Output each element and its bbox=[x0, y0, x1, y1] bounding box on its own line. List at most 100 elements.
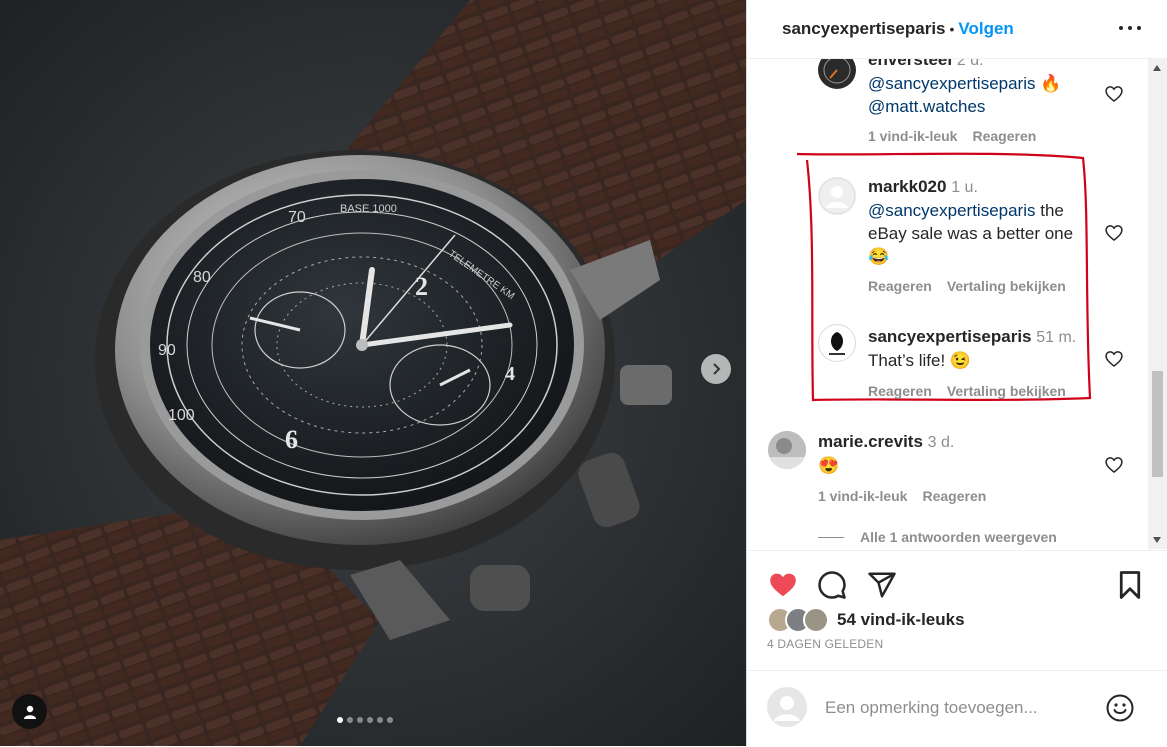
translate-button[interactable]: Vertaling bekijken bbox=[947, 278, 1066, 294]
comment-author[interactable]: marie.crevits bbox=[818, 432, 923, 451]
view-replies-label: Alle 1 antwoorden weergeven bbox=[860, 529, 1057, 545]
dial-numeral: 4 bbox=[505, 363, 515, 385]
heart-outline-icon[interactable] bbox=[1104, 84, 1124, 104]
liker-avatar bbox=[803, 607, 829, 633]
carousel-dot bbox=[377, 717, 383, 723]
comment-author[interactable]: sancyexpertiseparis bbox=[868, 327, 1032, 346]
comment-mention[interactable]: @sancyexpertiseparis bbox=[868, 74, 1036, 93]
comment-reply: markk020 1 u. @sancyexpertiseparis the e… bbox=[747, 169, 1147, 309]
comment-actions: 1 vind-ik-leuk Reageren bbox=[868, 128, 1036, 144]
watch-photo: BASE 1000 TELEMETRE KM 70 80 90 100 2 6 … bbox=[0, 0, 746, 746]
scroll-thumb[interactable] bbox=[1152, 371, 1163, 477]
avatar[interactable] bbox=[818, 177, 856, 215]
comment-body: marie.crevits 3 d. 😍 bbox=[818, 430, 1088, 477]
comment-body: enversteel 2 d. @sancyexpertiseparis 🔥 @… bbox=[868, 59, 1128, 118]
translate-button[interactable]: Vertaling bekijken bbox=[947, 383, 1066, 399]
dial-number: 90 bbox=[158, 342, 176, 359]
avatar[interactable] bbox=[818, 59, 856, 89]
comment-actions: 1 vind-ik-leuk Reageren bbox=[818, 488, 986, 504]
comment-mention[interactable]: @matt.watches bbox=[868, 97, 985, 116]
more-dot bbox=[1137, 26, 1141, 30]
avatar[interactable] bbox=[768, 431, 806, 469]
comment-emoji: 😂 bbox=[868, 247, 890, 266]
follow-button[interactable]: Volgen bbox=[958, 19, 1013, 39]
comment-time: 1 u. bbox=[951, 179, 978, 196]
dial-number: 70 bbox=[288, 209, 306, 226]
carousel-indicator bbox=[337, 717, 393, 723]
comment-time: 51 m. bbox=[1036, 329, 1077, 346]
likes-summary[interactable]: 54 vind-ik-leuks bbox=[767, 607, 965, 633]
bookmark-icon[interactable] bbox=[1117, 570, 1143, 600]
heart-outline-icon[interactable] bbox=[1104, 223, 1124, 243]
tagged-users-button[interactable] bbox=[12, 694, 47, 729]
post-date[interactable]: 4 DAGEN GELEDEN bbox=[767, 637, 883, 651]
post-header: sancyexpertiseparis • Volgen bbox=[747, 0, 1167, 59]
likes-count[interactable]: 54 vind-ik-leuks bbox=[837, 610, 965, 630]
reply-button[interactable]: Reageren bbox=[868, 383, 932, 399]
more-options-icon[interactable] bbox=[1119, 18, 1141, 38]
comment-time: 3 d. bbox=[927, 434, 955, 451]
sancy-logo-avatar bbox=[820, 326, 854, 360]
next-image-button[interactable] bbox=[701, 354, 731, 384]
comments-list[interactable]: enversteel 2 d. @sancyexpertiseparis 🔥 @… bbox=[747, 59, 1147, 549]
chevron-right-icon bbox=[713, 363, 721, 375]
share-icon[interactable] bbox=[867, 570, 897, 600]
carousel-dot bbox=[387, 717, 393, 723]
comment-emoji: 😍 bbox=[818, 456, 840, 475]
comment-text: That’s life! bbox=[868, 351, 950, 370]
comment-icon[interactable] bbox=[817, 570, 847, 600]
dial-number: 80 bbox=[193, 269, 211, 286]
post-author-username[interactable]: sancyexpertiseparis bbox=[782, 19, 946, 39]
comment-likes[interactable]: 1 vind-ik-leuk bbox=[868, 128, 957, 144]
emoji-icon[interactable] bbox=[1105, 693, 1135, 723]
more-dot bbox=[1119, 26, 1123, 30]
comment-author[interactable]: markk020 bbox=[868, 177, 946, 196]
post-photo: BASE 1000 TELEMETRE KM 70 80 90 100 2 6 … bbox=[0, 0, 746, 746]
post-sidebar: sancyexpertiseparis • Volgen enversteel … bbox=[746, 0, 1167, 746]
reply-button[interactable]: Reageren bbox=[922, 488, 986, 504]
dial-numeral: 6 bbox=[285, 425, 298, 454]
comment-likes[interactable]: 1 vind-ik-leuk bbox=[818, 488, 907, 504]
reply-button[interactable]: Reageren bbox=[972, 128, 1036, 144]
photo-avatar-image bbox=[768, 431, 806, 469]
current-user-avatar bbox=[767, 687, 807, 727]
comment-actions: Reageren Vertaling bekijken bbox=[868, 278, 1066, 294]
view-replies-button[interactable]: Alle 1 antwoorden weergeven bbox=[818, 529, 1057, 545]
gauge-avatar-image bbox=[819, 59, 855, 88]
default-avatar-icon bbox=[818, 177, 856, 215]
scroll-up-icon[interactable] bbox=[1153, 65, 1161, 71]
comment-emoji: 🔥 bbox=[1040, 74, 1062, 93]
comment-actions: Reageren Vertaling bekijken bbox=[868, 383, 1066, 399]
carousel-dot bbox=[347, 717, 353, 723]
comment-author[interactable]: enversteel bbox=[868, 59, 952, 69]
heart-outline-icon[interactable] bbox=[1104, 349, 1124, 369]
default-avatar-icon bbox=[767, 687, 807, 727]
comment-reply: sancyexpertiseparis 51 m. That’s life! 😉… bbox=[747, 321, 1147, 401]
comment: marie.crevits 3 d. 😍 1 vind-ik-leuk Reag… bbox=[747, 424, 1147, 514]
heart-outline-icon[interactable] bbox=[1104, 455, 1124, 475]
dial-text-base: BASE 1000 bbox=[340, 203, 397, 215]
comment-composer bbox=[747, 670, 1167, 747]
comment-reply: enversteel 2 d. @sancyexpertiseparis 🔥 @… bbox=[747, 59, 1147, 151]
comment-input[interactable] bbox=[823, 695, 1097, 721]
comment-emoji: 😉 bbox=[949, 351, 972, 370]
carousel-dot bbox=[357, 717, 363, 723]
avatar[interactable] bbox=[818, 324, 856, 362]
reply-button[interactable]: Reageren bbox=[868, 278, 932, 294]
comment-body: sancyexpertiseparis 51 m. That’s life! 😉 bbox=[868, 325, 1098, 372]
scroll-down-icon[interactable] bbox=[1153, 537, 1161, 543]
comment-body: markk020 1 u. @sancyexpertiseparis the e… bbox=[868, 175, 1083, 268]
heart-filled-icon[interactable] bbox=[767, 570, 799, 600]
header-separator: • bbox=[949, 21, 955, 37]
carousel-dot bbox=[337, 717, 343, 723]
comments-scrollbar[interactable] bbox=[1148, 59, 1167, 549]
dial-number: 100 bbox=[168, 407, 195, 424]
dial-numeral: 2 bbox=[415, 272, 428, 301]
more-dot bbox=[1128, 26, 1132, 30]
post-actions: 54 vind-ik-leuks 4 DAGEN GELEDEN bbox=[747, 550, 1167, 651]
carousel-dot bbox=[367, 717, 373, 723]
comment-mention[interactable]: @sancyexpertiseparis bbox=[868, 201, 1036, 220]
user-icon bbox=[23, 705, 36, 719]
replies-line bbox=[818, 536, 844, 538]
comment-time: 2 d. bbox=[956, 59, 984, 69]
